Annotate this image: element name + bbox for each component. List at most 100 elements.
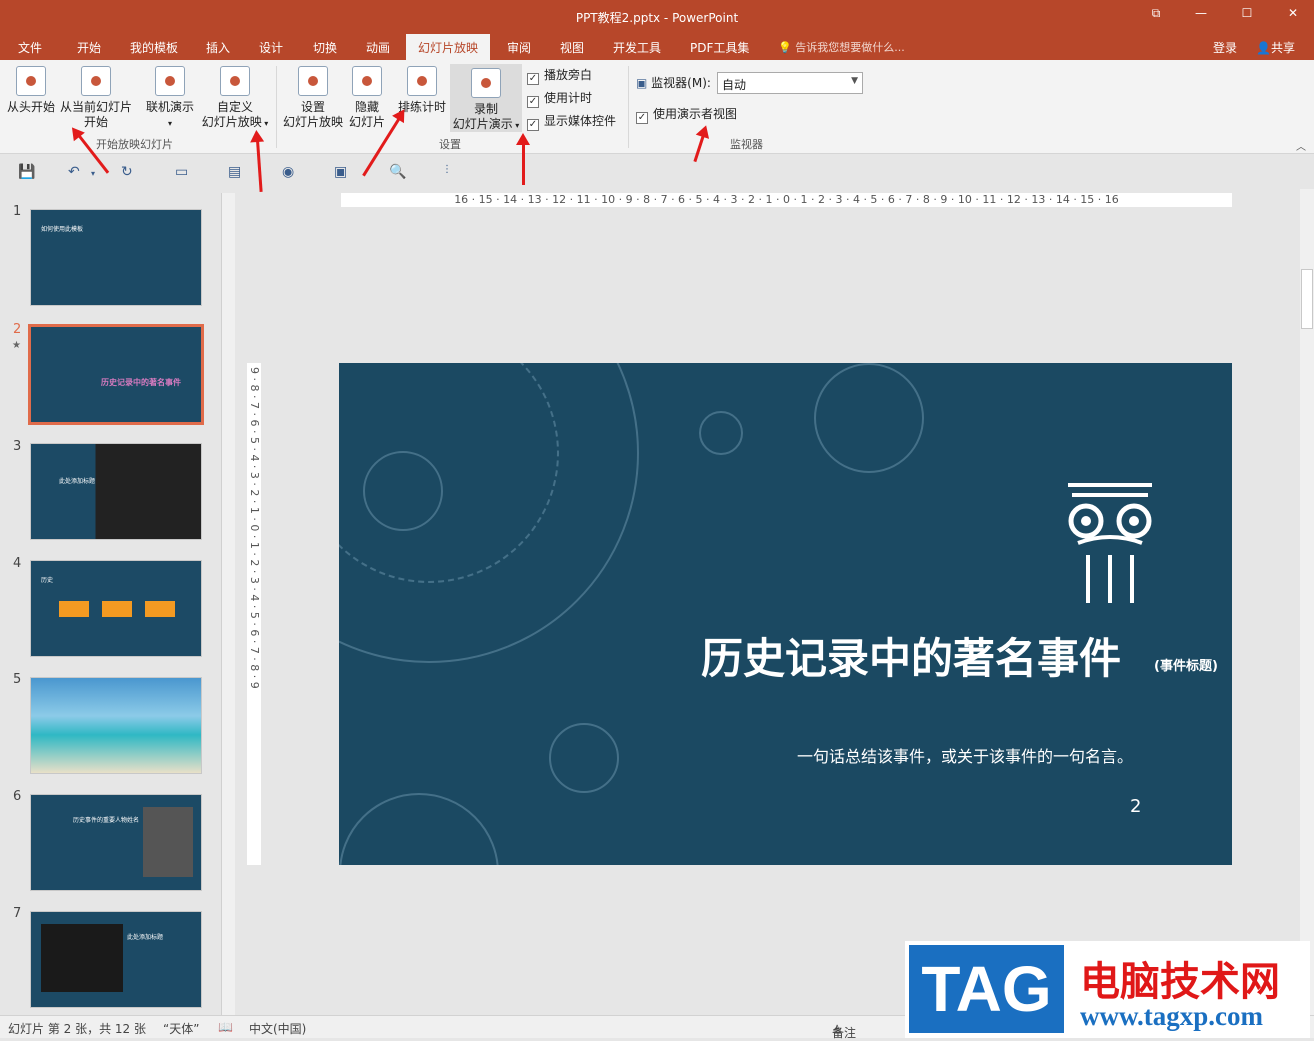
scroll-thumb[interactable] — [1301, 269, 1313, 329]
decor-circle — [814, 363, 924, 473]
thumbnail-slide-3[interactable]: 此处添加标题 — [30, 443, 202, 540]
tab-review[interactable]: 审阅 — [507, 39, 531, 56]
redo-icon[interactable]: ↻ — [121, 164, 133, 180]
thumbnail-slide-5[interactable] — [30, 677, 202, 774]
from-start-button[interactable]: 从头开始 — [6, 66, 56, 115]
online-present-icon — [155, 66, 185, 96]
thumb-text: 历史 — [41, 577, 54, 584]
editor-scrollbar[interactable] — [1300, 189, 1314, 1015]
online-present-button[interactable]: 联机演示 ▾ — [143, 66, 197, 131]
tab-slideshow[interactable]: 幻灯片放映 — [406, 34, 491, 60]
thumbnail-slide-4[interactable]: 历史 — [30, 560, 202, 657]
use-timings-checkbox[interactable]: ✓ 使用计时 — [527, 89, 592, 108]
decor-circle — [339, 793, 499, 865]
ribbon: 从头开始 从当前幻灯片 开始 联机演示 ▾ 自定义 幻灯片放映 ▾ 开始放映幻灯… — [0, 60, 1314, 154]
close-button[interactable]: ✕ — [1282, 6, 1304, 26]
tab-home[interactable]: 开始 — [77, 39, 101, 56]
dropdown-arrow-icon: ▾ — [167, 119, 172, 128]
more-icon[interactable]: ⋮ — [442, 164, 452, 175]
star-icon: ★ — [12, 340, 21, 351]
thumb-text: 历史事件的重要人物姓名 — [73, 817, 140, 824]
save-icon[interactable]: 💾 — [18, 164, 35, 180]
annotation-arrow — [516, 133, 530, 185]
thumb-number: 4 — [13, 556, 22, 571]
slide-title-tag[interactable]: (事件标题) — [1154, 655, 1218, 674]
monitor-select[interactable]: 自动 ▼ — [717, 72, 863, 94]
language[interactable]: 中文(中国) — [249, 1020, 306, 1037]
play-icon[interactable]: ◉ — [282, 164, 294, 180]
minimize-button[interactable]: — — [1190, 6, 1212, 26]
undo-icon[interactable]: ↶ — [68, 164, 80, 180]
chevron-down-icon: ▼ — [851, 76, 858, 86]
person-icon: 👤 — [1256, 41, 1271, 55]
presenter-view-checkbox[interactable]: ✓ 使用演示者视图 — [636, 105, 737, 124]
group-label-setup: 设置 — [439, 138, 461, 151]
tab-file[interactable]: 文件 — [18, 39, 42, 56]
check-icon: ✓ — [527, 73, 539, 85]
vertical-ruler: 9 · 8 · 7 · 6 · 5 · 4 · 3 · 2 · 1 · 0 · … — [247, 363, 261, 865]
maximize-button[interactable]: ☐ — [1236, 6, 1258, 26]
tab-pdf-tools[interactable]: PDF工具集 — [690, 39, 749, 56]
theme-name: “天体” — [163, 1022, 200, 1036]
setup-label-2: 幻灯片放映 — [282, 115, 343, 129]
chevron-down-icon[interactable]: ▾ — [91, 169, 95, 178]
group-separator — [628, 66, 629, 148]
setup-slideshow-button[interactable]: 设置 幻灯片放映 — [282, 66, 344, 130]
spellcheck-icon[interactable]: 📖 — [218, 1020, 233, 1034]
thumbnail-slide-1[interactable]: 如何使用此模板 — [30, 209, 202, 306]
ribbon-display-icon[interactable]: ⧉ — [1145, 6, 1167, 26]
hide-slide-button[interactable]: 隐藏 幻灯片 — [346, 66, 388, 130]
notes-label: 备注 — [832, 1026, 857, 1040]
play-from-current-icon — [81, 66, 111, 96]
slide-title[interactable]: 历史记录中的著名事件 — [701, 625, 1121, 686]
show-media-controls-label: 显示媒体控件 — [544, 114, 617, 128]
textbox-icon[interactable]: ▤ — [228, 164, 241, 180]
play-narrations-label: 播放旁白 — [544, 68, 593, 82]
tab-my-templates[interactable]: 我的模板 — [130, 39, 178, 56]
show-media-controls-checkbox[interactable]: ✓ 显示媒体控件 — [527, 112, 616, 131]
thumb-text: 此处添加标题 — [127, 934, 164, 941]
tab-view[interactable]: 视图 — [560, 39, 584, 56]
watermark-cn: 电脑技术网 — [1080, 959, 1280, 1005]
current-slide[interactable]: 历史记录中的著名事件 (事件标题) 一句话总结该事件，或关于该事件的一句名言。 … — [339, 363, 1232, 865]
present-icon[interactable]: ▣ — [334, 164, 347, 180]
record-slideshow-button[interactable]: 录制 幻灯片演示 ▾ — [450, 64, 522, 132]
slide-counter: 幻灯片 第 2 张，共 12 张 — [8, 1022, 146, 1036]
watermark-logo: TAG 电脑技术网 www.tagxp.com — [905, 941, 1310, 1038]
preview-icon[interactable]: 🔍 — [389, 164, 406, 180]
custom-show-button[interactable]: 自定义 幻灯片放映 ▾ — [199, 66, 271, 131]
tab-transitions[interactable]: 切换 — [313, 39, 337, 56]
tab-design[interactable]: 设计 — [259, 39, 283, 56]
tab-animations[interactable]: 动画 — [366, 39, 390, 56]
thumb-text: 如何使用此模板 — [41, 226, 84, 233]
hide-slide-icon — [352, 66, 382, 96]
decor-circle — [363, 451, 443, 531]
custom-show-label-2: 幻灯片放映 — [201, 115, 262, 129]
thumbnails-scrollbar[interactable] — [221, 193, 235, 1015]
slide-icon[interactable]: ▭ — [175, 164, 188, 180]
tab-developer[interactable]: 开发工具 — [613, 39, 661, 56]
thumbnail-slide-7[interactable]: 此处添加标题 — [30, 911, 202, 1008]
pillar-icon — [1068, 483, 1152, 603]
from-current-button[interactable]: 从当前幻灯片 开始 — [59, 66, 133, 130]
tell-me-box[interactable]: 💡 告诉我您想要做什么... — [778, 39, 905, 55]
watermark-url: www.tagxp.com — [1080, 1001, 1263, 1031]
tab-insert[interactable]: 插入 — [206, 39, 230, 56]
play-narrations-checkbox[interactable]: ✓ 播放旁白 — [527, 66, 592, 85]
collapse-ribbon-icon[interactable]: ︿ — [1296, 138, 1306, 153]
thumbnail-slide-6[interactable]: 历史事件的重要人物姓名 — [30, 794, 202, 891]
quick-access-toolbar: 💾 ↶ ▾ ↻ ▭ ▤ ◉ ▣ 🔍 ⋮ — [0, 155, 1314, 189]
record-stopwatch-icon — [471, 68, 501, 98]
rehearse-timer-icon — [407, 66, 437, 96]
custom-show-icon — [220, 66, 250, 96]
tell-me-text: 告诉我您想要做什么... — [795, 41, 905, 54]
use-timings-label: 使用计时 — [544, 91, 593, 105]
window-title: PPT教程2.pptx - PowerPoint — [575, 11, 739, 25]
ribbon-tabs: 文件 开始 我的模板 插入 设计 切换 动画 幻灯片放映 审阅 视图 开发工具 … — [0, 34, 1314, 60]
rehearse-timings-button[interactable]: 排练计时 — [396, 66, 448, 115]
thumbnail-slide-2[interactable]: 历史记录中的著名事件 — [28, 324, 204, 425]
share-button[interactable]: 👤共享 — [1256, 39, 1295, 56]
monitor-label-text: 监视器(M): — [651, 76, 711, 90]
login-link[interactable]: 登录 — [1213, 39, 1237, 56]
slide-subtitle[interactable]: 一句话总结该事件，或关于该事件的一句名言。 — [797, 743, 1133, 767]
